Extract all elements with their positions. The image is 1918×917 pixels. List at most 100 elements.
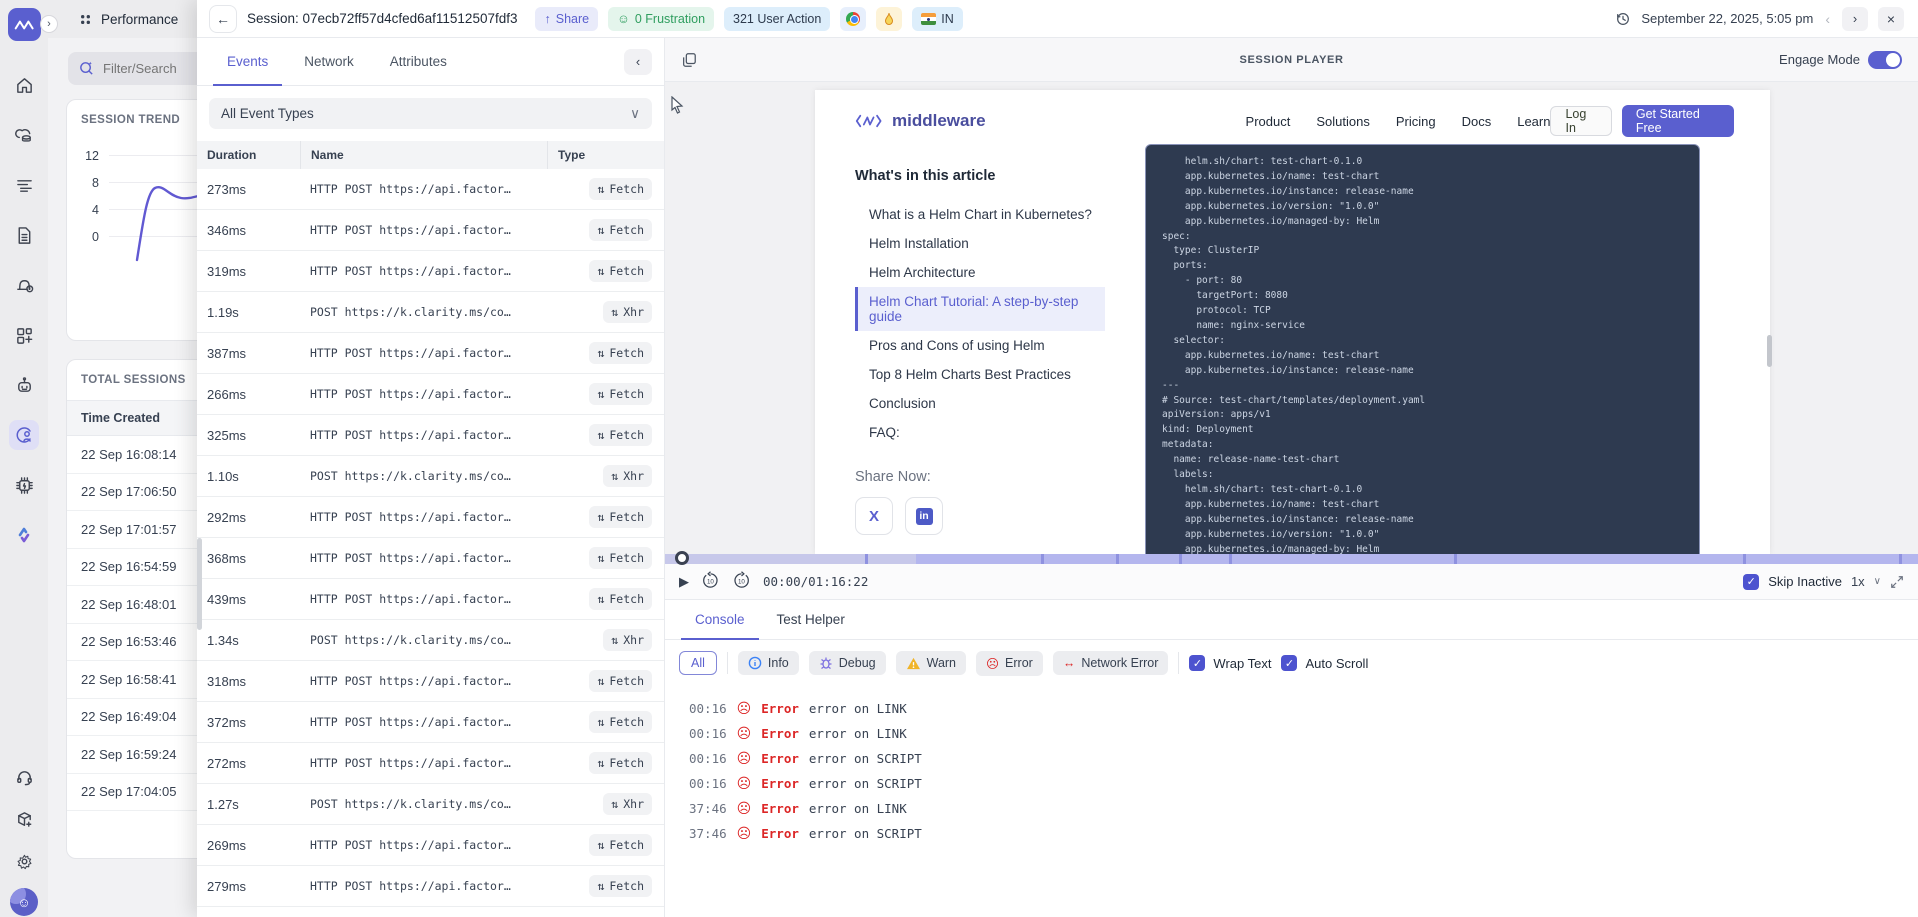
share-linkedin-button[interactable]: in — [905, 497, 943, 535]
event-row[interactable]: 346ms HTTP POST https://api.factor… ⇅Fet… — [197, 210, 664, 251]
events-scrollbar[interactable] — [197, 538, 202, 630]
toc-item-active[interactable]: Helm Chart Tutorial: A step-by-step guid… — [855, 287, 1105, 331]
tab-attributes[interactable]: Attributes — [372, 38, 465, 85]
site-nav-link[interactable]: Solutions — [1316, 114, 1369, 129]
session-row[interactable]: 22 Sep 16:53:46 — [67, 624, 198, 662]
filter-info-chip[interactable]: Info — [738, 651, 799, 675]
chevron-down-icon[interactable]: ∨ — [1874, 576, 1881, 587]
login-button[interactable]: Log In — [1550, 106, 1611, 136]
user-avatar[interactable]: ☺ — [10, 888, 38, 916]
event-row[interactable]: 1.19s POST https://k.clarity.ms/co… ⇅Xhr — [197, 292, 664, 333]
console-log-row[interactable]: 00:16 ☹ Error error on SCRIPT — [689, 771, 1918, 796]
filter-error-chip[interactable]: ☹ Error — [976, 651, 1043, 676]
auto-scroll-checkbox[interactable]: ✓ — [1281, 655, 1297, 671]
close-button[interactable]: × — [1878, 7, 1904, 31]
sidebar-item-assistant[interactable] — [9, 370, 39, 400]
toc-item[interactable]: FAQ: — [855, 418, 1105, 447]
filter-search-input[interactable] — [103, 61, 193, 76]
share-x-button[interactable]: X — [855, 497, 893, 535]
site-scrollbar[interactable] — [1767, 335, 1772, 367]
event-row[interactable]: 368ms HTTP POST https://api.factor… ⇅Fet… — [197, 538, 664, 579]
event-row[interactable]: 279ms HTTP POST https://api.factor… ⇅Fet… — [197, 866, 664, 907]
auto-scroll-option[interactable]: ✓ Auto Scroll — [1281, 655, 1368, 671]
filter-warn-chip[interactable]: Warn — [896, 651, 966, 675]
sidebar-item-settings[interactable] — [9, 846, 39, 876]
engage-mode-toggle[interactable] — [1868, 51, 1902, 69]
collapse-panel-button[interactable]: ‹ — [624, 49, 652, 75]
filter-network-error-chip[interactable]: ↔ Network Error — [1053, 651, 1169, 675]
tab-console[interactable]: Console — [679, 600, 761, 639]
site-nav-link[interactable]: Docs — [1462, 114, 1492, 129]
toc-item[interactable]: Helm Installation — [855, 229, 1105, 258]
session-row[interactable]: 22 Sep 16:54:59 — [67, 549, 198, 587]
next-session-button[interactable]: › — [1842, 7, 1868, 31]
toc-item[interactable]: Pros and Cons of using Helm — [855, 331, 1105, 360]
wrap-text-checkbox[interactable]: ✓ — [1189, 655, 1205, 671]
toc-item[interactable]: Conclusion — [855, 389, 1105, 418]
site-nav-link[interactable]: Learn — [1517, 114, 1550, 129]
sidebar-item-infra[interactable] — [9, 120, 39, 150]
filter-all-chip[interactable]: All — [679, 651, 717, 675]
skip-inactive-checkbox[interactable]: ✓ — [1743, 574, 1759, 590]
sidebar-item-integrations[interactable] — [9, 804, 39, 834]
session-row[interactable]: 22 Sep 17:04:05 — [67, 774, 198, 812]
sidebar-item-session-replay[interactable] — [9, 420, 39, 450]
sidebar-item-support[interactable] — [9, 762, 39, 792]
sidebar-item-reports[interactable] — [9, 220, 39, 250]
session-row[interactable]: 22 Sep 17:01:57 — [67, 511, 198, 549]
session-row[interactable]: 22 Sep 16:08:14 — [67, 436, 198, 474]
wrap-text-option[interactable]: ✓ Wrap Text — [1189, 655, 1271, 671]
sidebar-item-alerts[interactable] — [9, 270, 39, 300]
forward-10-button[interactable]: 10 — [732, 571, 751, 593]
event-row[interactable]: 387ms HTTP POST https://api.factor… ⇅Fet… — [197, 333, 664, 374]
console-log-row[interactable]: 37:46 ☹ Error error on SCRIPT — [689, 821, 1918, 846]
session-row[interactable]: 22 Sep 16:59:24 — [67, 736, 198, 774]
get-started-button[interactable]: Get Started Free — [1622, 105, 1734, 137]
time-created-column-header[interactable]: Time Created — [67, 400, 198, 436]
event-row[interactable]: 319ms HTTP POST https://api.factor… ⇅Fet… — [197, 251, 664, 292]
tab-test-helper[interactable]: Test Helper — [761, 600, 861, 639]
filter-search-box[interactable] — [68, 52, 198, 85]
site-brand[interactable]: middleware — [855, 111, 986, 131]
copy-pages-icon[interactable] — [681, 52, 697, 68]
console-log-row[interactable]: 37:46 ☹ Error error on LINK — [689, 796, 1918, 821]
sidebar-expand-button[interactable]: › — [40, 15, 58, 33]
sidebar-item-ai[interactable] — [9, 520, 39, 550]
session-row[interactable]: 22 Sep 16:49:04 — [67, 699, 198, 737]
playback-progress-bar[interactable] — [665, 554, 1918, 564]
toc-item[interactable]: Top 8 Helm Charts Best Practices — [855, 360, 1105, 389]
sidebar-item-apm[interactable] — [9, 470, 39, 500]
console-log-row[interactable]: 00:16 ☹ Error error on LINK — [689, 696, 1918, 721]
sidebar-item-home[interactable] — [9, 70, 39, 100]
site-nav-link[interactable]: Product — [1246, 114, 1291, 129]
playback-speed-selector[interactable]: 1x — [1851, 574, 1865, 589]
play-button[interactable]: ▶ — [679, 574, 689, 590]
progress-scrubber[interactable] — [675, 551, 689, 565]
expand-fullscreen-icon[interactable] — [1890, 575, 1904, 589]
session-row[interactable]: 22 Sep 16:58:41 — [67, 661, 198, 699]
event-row[interactable]: 266ms HTTP POST https://api.factor… ⇅Fet… — [197, 374, 664, 415]
console-log-row[interactable]: 00:16 ☹ Error error on SCRIPT — [689, 746, 1918, 771]
event-row[interactable]: 269ms HTTP POST https://api.factor… ⇅Fet… — [197, 825, 664, 866]
event-row[interactable]: 325ms HTTP POST https://api.factor… ⇅Fet… — [197, 415, 664, 456]
session-row[interactable]: 22 Sep 16:48:01 — [67, 586, 198, 624]
session-row[interactable]: 22 Sep 17:06:50 — [67, 474, 198, 512]
sidebar-item-dashboards[interactable] — [9, 320, 39, 350]
event-row[interactable]: 1.34s POST https://k.clarity.ms/co… ⇅Xhr — [197, 620, 664, 661]
middleware-logo[interactable] — [8, 8, 41, 41]
filter-debug-chip[interactable]: Debug — [809, 651, 886, 675]
event-row[interactable]: 1.10s POST https://k.clarity.ms/co… ⇅Xhr — [197, 456, 664, 497]
tab-events[interactable]: Events — [209, 38, 286, 85]
event-row[interactable]: 372ms HTTP POST https://api.factor… ⇅Fet… — [197, 702, 664, 743]
toc-item[interactable]: Helm Architecture — [855, 258, 1105, 287]
event-row[interactable]: 272ms HTTP POST https://api.factor… ⇅Fet… — [197, 743, 664, 784]
event-row[interactable]: 292ms HTTP POST https://api.factor… ⇅Fet… — [197, 497, 664, 538]
previous-session-button[interactable]: ‹ — [1823, 11, 1832, 27]
event-row[interactable]: 273ms HTTP POST https://api.factor… ⇅Fet… — [197, 169, 664, 210]
toc-item[interactable]: What is a Helm Chart in Kubernetes? — [855, 200, 1105, 229]
site-nav-link[interactable]: Pricing — [1396, 114, 1436, 129]
event-row[interactable]: 1.27s POST https://k.clarity.ms/co… ⇅Xhr — [197, 784, 664, 825]
back-button[interactable]: ← — [209, 5, 237, 33]
share-button[interactable]: ↑ Share — [535, 7, 598, 31]
event-type-dropdown[interactable]: All Event Types ∨ — [209, 98, 652, 129]
